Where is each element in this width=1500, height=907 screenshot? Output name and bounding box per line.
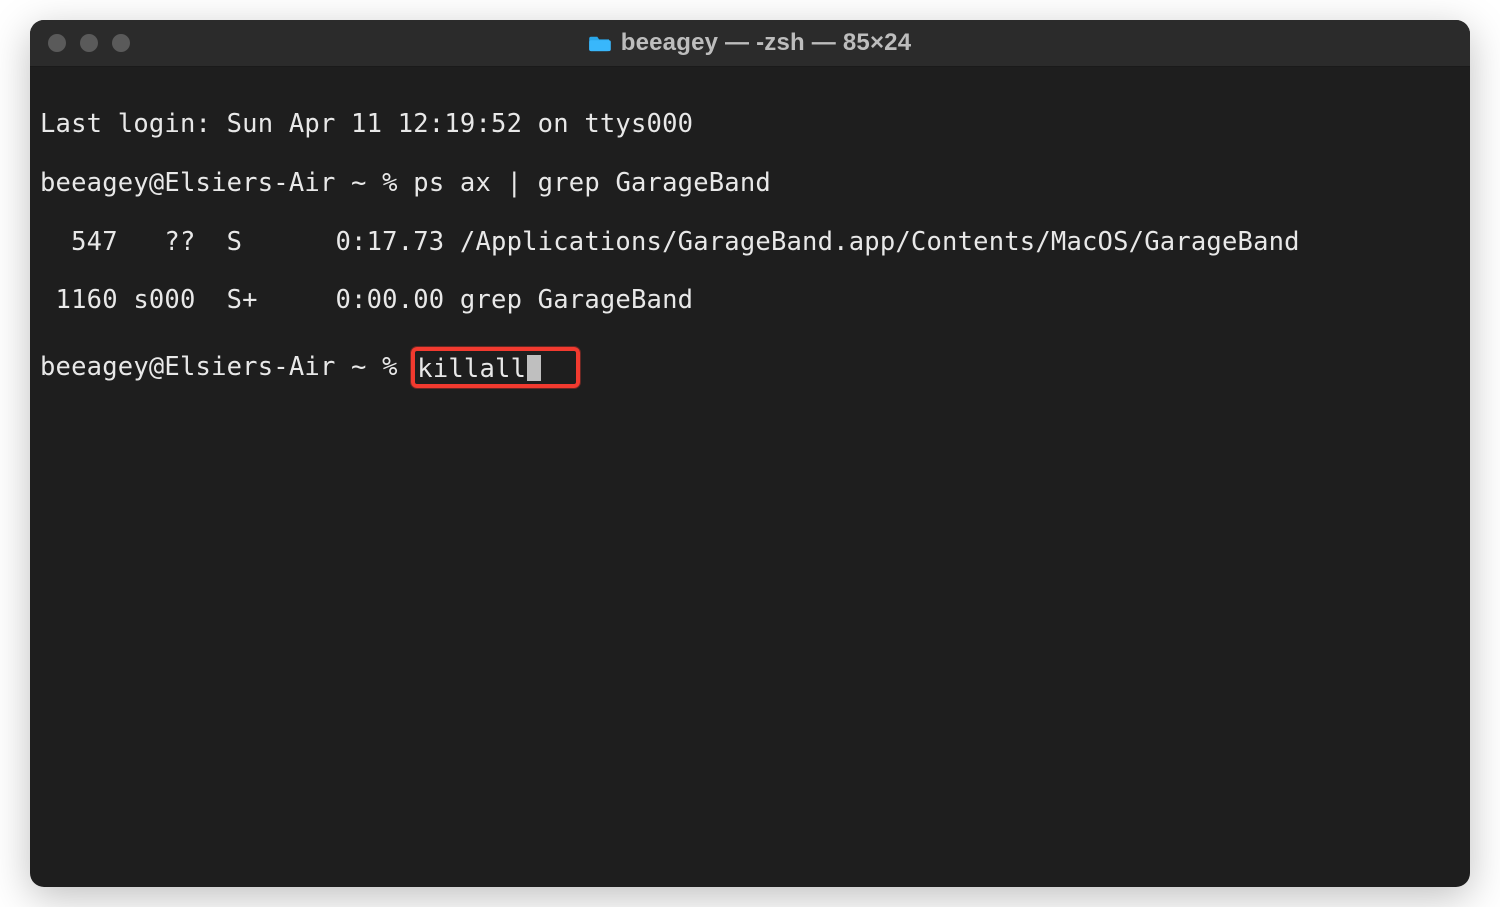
last-login-line: Last login: Sun Apr 11 12:19:52 on ttys0… [40, 110, 1460, 139]
zoom-icon[interactable] [112, 34, 130, 52]
window-controls [48, 34, 130, 52]
prompt-prefix: beeagey@Elsiers-Air ~ % [40, 169, 413, 198]
title-center: beeagey — -zsh — 85×24 [30, 29, 1470, 57]
titlebar[interactable]: beeagey — -zsh — 85×24 [30, 20, 1470, 67]
command-text: killall [417, 355, 526, 384]
folder-icon [589, 34, 611, 52]
minimize-icon[interactable] [80, 34, 98, 52]
annotation-highlight: killall [411, 347, 580, 388]
close-icon[interactable] [48, 34, 66, 52]
ps-output-line-1: 547 ?? S 0:17.73 /Applications/GarageBan… [40, 228, 1460, 257]
ps-output-line-2: 1160 s000 S+ 0:00.00 grep GarageBand [40, 286, 1460, 315]
prompt-prefix: beeagey@Elsiers-Air ~ % [40, 353, 413, 382]
terminal-window: beeagey — -zsh — 85×24 Last login: Sun A… [30, 20, 1470, 887]
command-text: ps ax | grep GarageBand [413, 169, 771, 198]
prompt-line-2[interactable]: beeagey@Elsiers-Air ~ % killall [40, 345, 1460, 386]
prompt-line-1: beeagey@Elsiers-Air ~ % ps ax | grep Gar… [40, 169, 1460, 198]
cursor-icon [527, 355, 541, 381]
terminal-body[interactable]: Last login: Sun Apr 11 12:19:52 on ttys0… [30, 67, 1470, 887]
window-title: beeagey — -zsh — 85×24 [621, 29, 912, 57]
